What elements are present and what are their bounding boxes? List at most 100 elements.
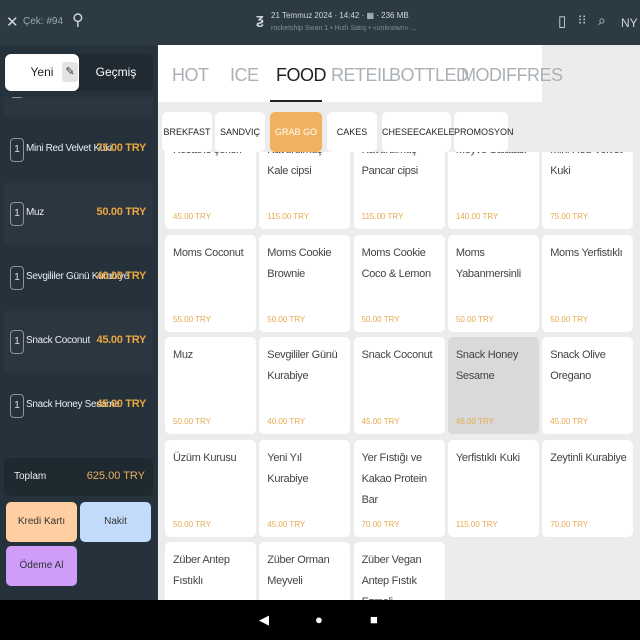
product-card[interactable]: Kavurulmuş Kale cipsi 115.00 TRY [259, 152, 351, 229]
take-payment-button[interactable]: Ödeme Al [6, 546, 77, 586]
tab-history[interactable]: Geçmiş [79, 54, 153, 91]
product-card[interactable]: Muz 50.00 TRY [165, 337, 256, 434]
order-item[interactable]: 1 Sevgililer Günü Kurabiye 40.00 TRY [4, 247, 153, 309]
product-name: Mini Red Velvet Kuki [550, 152, 622, 177]
quantity-badge[interactable]: 1 [10, 266, 24, 290]
search-icon[interactable]: ⌕ [598, 12, 606, 29]
product-price: 70.00 TRY [361, 519, 400, 529]
product-card[interactable]: Mini Red Velvet Kuki 75.00 TRY [542, 152, 634, 229]
product-price: 50.00 TRY [173, 519, 211, 529]
product-price: 115.00 TRY [361, 212, 404, 221]
subcategory-0[interactable]: BREKFAST [162, 112, 212, 152]
product-name: Moms Yabanmersinli [455, 246, 521, 280]
product-card[interactable]: Züber Orman Meyveli [259, 542, 351, 600]
quantity-badge[interactable]: 1 [10, 138, 24, 162]
product-name: Moms Yerfistıklı [550, 246, 623, 259]
total-row: Toplam 625.00 TRY [4, 458, 153, 496]
product-price: 45.00 TRY [173, 212, 211, 221]
product-card[interactable]: Yeni Yıl Kurabiye 45.00 TRY [259, 439, 351, 537]
order-item[interactable]: 1 Snack Coconut 45.00 TRY [4, 311, 153, 373]
quantity-badge[interactable]: 1 [10, 394, 24, 418]
category-tabs: HOT ICE FOOD RETEIL BOTTLED MODIFFRES [158, 45, 563, 102]
subcategory-2[interactable]: GRAB GO [270, 112, 322, 152]
grid-icon[interactable]: ⁝⁝ [578, 12, 586, 28]
order-list: 1Meyve Salatası140.00 TRY1Mini Red Velve… [4, 97, 153, 452]
tab-bottled[interactable]: BOTTLED [389, 65, 469, 86]
product-card[interactable]: Züber Vegan Antep Fıstık Ezmeli [353, 542, 445, 600]
item-price: 40.00 TRY [96, 270, 147, 282]
order-panel: Yeni ✎ Geçmiş 1Meyve Salatası140.00 TRY1… [0, 45, 157, 600]
subcategory-1[interactable]: SANDVIÇ [215, 112, 265, 152]
item-name: Snack Coconut [26, 335, 90, 346]
product-card[interactable]: Kestane şekeri 45.00 TRY [165, 152, 256, 229]
order-tabs: Yeni ✎ Geçmiş [4, 54, 153, 91]
product-card[interactable]: Snack Coconut 45.00 TRY [353, 337, 445, 434]
edit-icon[interactable]: ✎ [62, 62, 78, 82]
credit-card-button[interactable]: Kredi Kartı [6, 502, 77, 542]
recents-icon[interactable]: ■ [370, 612, 378, 627]
home-icon[interactable]: ● [315, 612, 323, 627]
item-price: 45.00 TRY [96, 334, 147, 346]
product-card[interactable]: Moms Cookie Coco & Lemon 50.00 TRY [353, 234, 445, 332]
user-initials[interactable]: NY [621, 16, 638, 30]
product-name: Züber Vegan Antep Fıstık Ezmeli [361, 554, 422, 600]
product-card[interactable]: Yer Fıstığı ve Kakao Protein Bar 70.00 TR… [353, 439, 445, 537]
tab-new-label: Yeni [30, 65, 54, 79]
product-price: 70.00 TRY [550, 519, 589, 529]
order-item[interactable]: 1 Muz 50.00 TRY [4, 183, 153, 245]
product-name: Üzüm Kurusu [173, 451, 237, 464]
order-item[interactable]: 1 Snack Honey Sesame 45.00 TRY [4, 375, 153, 437]
product-name: Moms Cookie Brownie [267, 246, 332, 280]
total-value: 625.00 TRY [86, 470, 145, 482]
add-customer-icon[interactable]: ⚲ [72, 10, 84, 30]
product-card[interactable]: Yerfistıklı Kuki 115.00 TRY [447, 439, 539, 537]
close-icon[interactable]: ✕ [6, 13, 19, 31]
product-card[interactable]: Zeytinli Kurabiye 70.00 TRY [542, 439, 634, 537]
product-card[interactable]: Moms Yabanmersinli 50.00 TRY [447, 234, 539, 332]
product-card[interactable]: Snack Honey Sesame 45.00 TRY [447, 337, 539, 434]
subcategory-3[interactable]: CAKES [327, 112, 377, 152]
tab-ice[interactable]: ICE [230, 65, 259, 86]
item-price: 45.00 TRY [96, 398, 147, 410]
cash-button[interactable]: Nakit [80, 502, 151, 542]
product-card[interactable]: Moms Yerfistıklı 50.00 TRY [542, 234, 634, 332]
subcategory-4[interactable]: CHESEECAKELER [382, 112, 461, 152]
tab-modiffres[interactable]: MODIFFRES [461, 65, 563, 86]
product-card[interactable]: Moms Coconut 55.00 TRY [165, 234, 256, 332]
product-price: 115.00 TRY [455, 519, 498, 529]
product-card[interactable]: Meyve Salatası 140.00 TRY [447, 152, 539, 229]
product-card[interactable]: Moms Cookie Brownie 50.00 TRY [259, 234, 351, 332]
top-bar: ✕ Çek: #94 ⚲ ƺ 21 Temmuz 2024 · 14:42 · … [0, 0, 640, 45]
date-info: 21 Temmuz 2024 · 14:42 · ▦ · 236 MB [271, 11, 409, 20]
logo-icon: ƺ [256, 11, 264, 28]
check-number[interactable]: Çek: #94 [23, 16, 63, 27]
active-tab-underline [270, 100, 322, 102]
order-item[interactable]: 1 Mini Red Velvet Kuki 75.00 TRY [4, 119, 153, 181]
tab-hot[interactable]: HOT [172, 65, 209, 86]
calculator-icon[interactable]: ▯ [558, 12, 566, 30]
quantity-badge[interactable]: 1 [10, 97, 24, 98]
subcategory-5[interactable]: PROMOSYON [454, 112, 514, 152]
tab-food[interactable]: FOOD [276, 65, 327, 86]
product-card[interactable]: Üzüm Kurusu 50.00 TRY [165, 439, 256, 537]
total-label: Toplam [14, 471, 47, 482]
product-card[interactable]: Snack Olive Oregano 45.00 TRY [542, 337, 634, 434]
product-price: 115.00 TRY [267, 212, 310, 221]
product-name: Snack Coconut [361, 349, 433, 361]
product-name: Züber Orman Meyveli [267, 554, 330, 587]
product-name: Kestane şekeri [173, 152, 250, 161]
item-price: 75.00 TRY [96, 142, 147, 154]
back-icon[interactable]: ◀ [259, 612, 269, 628]
product-price: 45.00 TRY [267, 519, 306, 529]
product-name: Zeytinli Kurabiye [550, 451, 627, 464]
product-name: Snack Honey Sesame [455, 349, 519, 382]
product-card[interactable]: Sevgililer Günü Kurabiye 40.00 TRY [259, 337, 351, 434]
product-card[interactable]: Züber Antep Fıstıklı [165, 542, 256, 600]
product-price: 50.00 TRY [267, 314, 306, 324]
product-card[interactable]: Kavurulmuş Pancar cipsi 115.00 TRY [353, 152, 445, 229]
product-name: Züber Antep Fıstıklı [173, 554, 230, 587]
order-item[interactable]: 1Meyve Salatası140.00 TRY [4, 97, 153, 117]
quantity-badge[interactable]: 1 [10, 330, 24, 354]
quantity-badge[interactable]: 1 [10, 202, 24, 226]
tab-reteil[interactable]: RETEIL [331, 65, 392, 86]
